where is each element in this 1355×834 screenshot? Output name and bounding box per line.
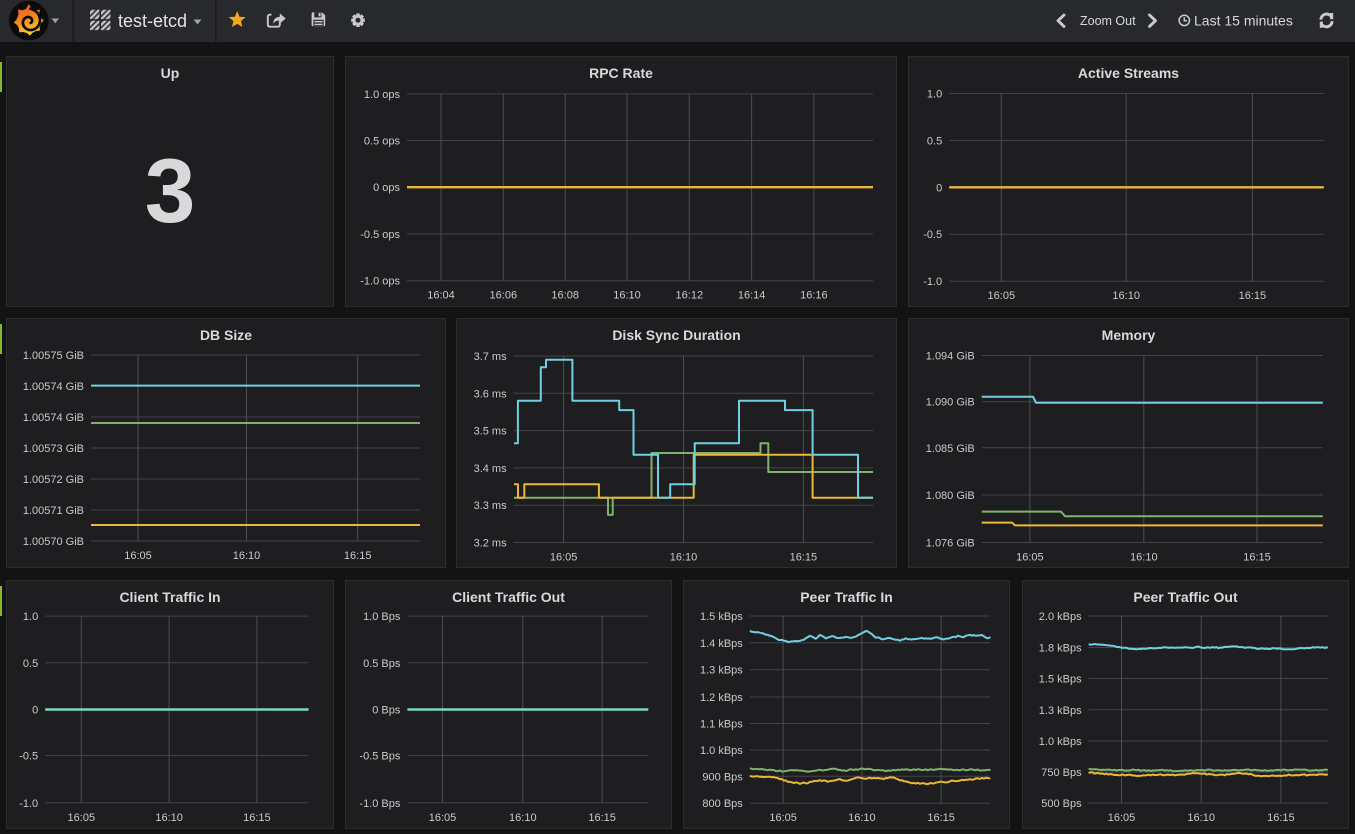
svg-text:16:10: 16:10	[848, 812, 876, 824]
svg-text:1.5 kBps: 1.5 kBps	[700, 611, 743, 623]
svg-text:1.3 kBps: 1.3 kBps	[1039, 705, 1082, 717]
svg-text:16:06: 16:06	[490, 290, 518, 302]
svg-text:-0.5 ops: -0.5 ops	[360, 229, 400, 241]
svg-text:Zoom Out: Zoom Out	[1080, 14, 1136, 28]
svg-text:16:05: 16:05	[1108, 812, 1136, 824]
svg-text:1.080 GiB: 1.080 GiB	[926, 490, 975, 502]
svg-text:1.1 kBps: 1.1 kBps	[700, 719, 743, 731]
svg-text:16:05: 16:05	[1016, 552, 1044, 564]
svg-text:16:15: 16:15	[243, 812, 271, 824]
svg-text:16:14: 16:14	[738, 290, 766, 302]
svg-text:16:15: 16:15	[1239, 290, 1267, 302]
svg-text:16:15: 16:15	[588, 812, 616, 824]
svg-text:16:16: 16:16	[800, 290, 828, 302]
svg-text:1.0 kBps: 1.0 kBps	[1039, 736, 1082, 748]
svg-text:1.5 kBps: 1.5 kBps	[1039, 674, 1082, 686]
svg-text:16:10: 16:10	[1112, 290, 1140, 302]
svg-text:0: 0	[32, 705, 38, 717]
svg-text:16:05: 16:05	[68, 812, 96, 824]
svg-text:16:05: 16:05	[988, 290, 1016, 302]
svg-text:1.00575 GiB: 1.00575 GiB	[23, 350, 84, 362]
svg-text:1.00574 GiB: 1.00574 GiB	[23, 412, 84, 424]
svg-text:1.094 GiB: 1.094 GiB	[926, 351, 975, 363]
svg-text:16:10: 16:10	[670, 552, 698, 564]
svg-text:-1.0: -1.0	[923, 276, 942, 288]
svg-text:0.5: 0.5	[927, 135, 942, 147]
svg-text:16:10: 16:10	[509, 812, 537, 824]
svg-text:16:10: 16:10	[233, 550, 261, 562]
svg-text:1.00570 GiB: 1.00570 GiB	[23, 536, 84, 548]
svg-text:16:05: 16:05	[429, 812, 457, 824]
svg-text:500 Bps: 500 Bps	[1041, 798, 1082, 810]
svg-text:1.00574 GiB: 1.00574 GiB	[23, 381, 84, 393]
svg-text:16:10: 16:10	[155, 812, 183, 824]
svg-text:0: 0	[936, 182, 942, 194]
svg-text:750 Bps: 750 Bps	[1041, 767, 1082, 779]
svg-text:1.4 kBps: 1.4 kBps	[700, 638, 743, 650]
svg-text:1.085 GiB: 1.085 GiB	[926, 443, 975, 455]
svg-text:16:15: 16:15	[1267, 812, 1295, 824]
svg-text:3.6 ms: 3.6 ms	[474, 388, 508, 400]
svg-text:16:12: 16:12	[676, 290, 704, 302]
svg-text:-1.0: -1.0	[19, 798, 38, 810]
svg-text:-1.0 Bps: -1.0 Bps	[359, 798, 400, 810]
svg-text:1.2 kBps: 1.2 kBps	[700, 692, 743, 704]
svg-text:1.0: 1.0	[23, 611, 38, 623]
svg-text:16:10: 16:10	[1130, 552, 1158, 564]
svg-text:Last 15 minutes: Last 15 minutes	[1194, 13, 1293, 29]
svg-text:16:05: 16:05	[550, 552, 578, 564]
svg-text:0.5 ops: 0.5 ops	[364, 136, 401, 148]
svg-text:800 Bps: 800 Bps	[702, 798, 743, 810]
svg-text:16:08: 16:08	[551, 290, 579, 302]
svg-text:16:05: 16:05	[124, 550, 152, 562]
svg-text:1.00572 GiB: 1.00572 GiB	[23, 474, 84, 486]
svg-text:1.090 GiB: 1.090 GiB	[926, 397, 975, 409]
svg-text:3.3 ms: 3.3 ms	[474, 500, 508, 512]
svg-text:0.5: 0.5	[23, 658, 38, 670]
svg-text:0.5 Bps: 0.5 Bps	[363, 658, 401, 670]
svg-text:1.076 GiB: 1.076 GiB	[926, 538, 975, 550]
svg-text:16:15: 16:15	[790, 552, 818, 564]
svg-text:0 ops: 0 ops	[373, 182, 400, 194]
svg-text:2.0 kBps: 2.0 kBps	[1039, 611, 1082, 623]
svg-text:3.7 ms: 3.7 ms	[474, 351, 508, 363]
svg-text:1.0 Bps: 1.0 Bps	[363, 611, 401, 623]
svg-text:16:10: 16:10	[613, 290, 641, 302]
svg-text:3.5 ms: 3.5 ms	[474, 426, 508, 438]
svg-text:1.00573 GiB: 1.00573 GiB	[23, 443, 84, 455]
svg-text:16:15: 16:15	[927, 812, 955, 824]
svg-text:3.2 ms: 3.2 ms	[474, 538, 508, 550]
svg-text:-0.5: -0.5	[923, 229, 942, 241]
svg-text:16:15: 16:15	[1243, 552, 1271, 564]
svg-text:1.0 ops: 1.0 ops	[364, 89, 401, 101]
svg-text:1.00571 GiB: 1.00571 GiB	[23, 505, 84, 517]
svg-text:1.0 kBps: 1.0 kBps	[700, 745, 743, 757]
svg-text:3.4 ms: 3.4 ms	[474, 463, 508, 475]
svg-text:16:15: 16:15	[344, 550, 372, 562]
svg-text:1.3 kBps: 1.3 kBps	[700, 665, 743, 677]
svg-text:16:04: 16:04	[427, 290, 455, 302]
svg-text:1.0: 1.0	[927, 89, 942, 101]
svg-text:16:10: 16:10	[1187, 812, 1215, 824]
svg-text:-0.5: -0.5	[19, 751, 38, 763]
svg-text:-1.0 ops: -1.0 ops	[360, 276, 400, 288]
svg-text:900 Bps: 900 Bps	[702, 771, 743, 783]
svg-text:-0.5 Bps: -0.5 Bps	[359, 751, 400, 763]
svg-text:0 Bps: 0 Bps	[372, 705, 401, 717]
svg-text:test-etcd: test-etcd	[118, 11, 187, 31]
svg-text:1.8 kBps: 1.8 kBps	[1039, 643, 1082, 655]
svg-text:16:05: 16:05	[769, 812, 797, 824]
